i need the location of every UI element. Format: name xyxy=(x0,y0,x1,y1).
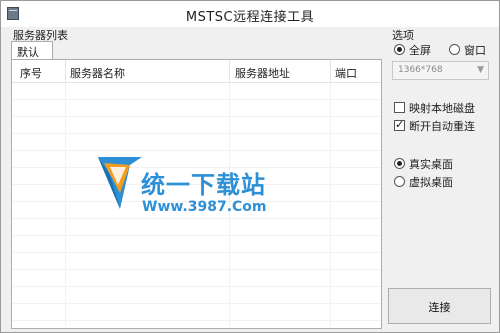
watermark-emblem-icon xyxy=(98,157,142,209)
auto-reconnect-checkbox[interactable] xyxy=(394,118,405,131)
title-bar: MSTSC远程连接工具 xyxy=(1,1,499,27)
options-group-label: 选项 xyxy=(392,29,414,42)
virtual-desktop-radio[interactable] xyxy=(394,176,405,187)
column-header-server-name[interactable]: 服务器名称 xyxy=(70,65,125,81)
column-divider[interactable] xyxy=(229,60,230,83)
column-divider[interactable] xyxy=(330,60,331,83)
column-divider[interactable] xyxy=(65,60,66,83)
watermark-text-en: Www.3987.Com xyxy=(142,199,267,215)
real-desktop-label: 真实桌面 xyxy=(409,158,453,171)
watermark-text-cn: 统一下载站 xyxy=(141,171,266,199)
virtual-desktop-label: 虚拟桌面 xyxy=(409,176,453,189)
column-header-server-address[interactable]: 服务器地址 xyxy=(235,65,290,81)
window-label: 窗口 xyxy=(464,44,486,57)
auto-reconnect-label: 断开自动重连 xyxy=(409,120,475,133)
column-header-index[interactable]: 序号 xyxy=(20,65,42,81)
window-radio[interactable] xyxy=(449,44,460,55)
column-header-port[interactable]: 端口 xyxy=(335,65,357,81)
main-window: MSTSC远程连接工具 服务器列表 默认 序号 服务器名称 服务器地址 端口 统… xyxy=(0,0,500,333)
connect-button[interactable]: 连接 xyxy=(388,288,491,324)
map-local-disk-checkbox[interactable] xyxy=(394,102,405,113)
resolution-select[interactable]: 1366*768 ▼ xyxy=(392,61,489,80)
table-header: 序号 服务器名称 服务器地址 端口 xyxy=(12,60,381,83)
chevron-down-icon: ▼ xyxy=(477,65,484,75)
column-gridline xyxy=(330,83,331,328)
map-local-disk-label: 映射本地磁盘 xyxy=(409,102,475,115)
watermark-logo: 统一下载站 Www.3987.Com xyxy=(96,151,286,221)
column-gridline xyxy=(65,83,66,328)
window-title: MSTSC远程连接工具 xyxy=(185,10,315,25)
fullscreen-label: 全屏 xyxy=(409,44,431,57)
tab-default[interactable]: 默认 xyxy=(11,41,53,60)
fullscreen-radio[interactable] xyxy=(394,44,405,55)
real-desktop-radio[interactable] xyxy=(394,158,405,169)
resolution-value: 1366*768 xyxy=(398,65,443,75)
